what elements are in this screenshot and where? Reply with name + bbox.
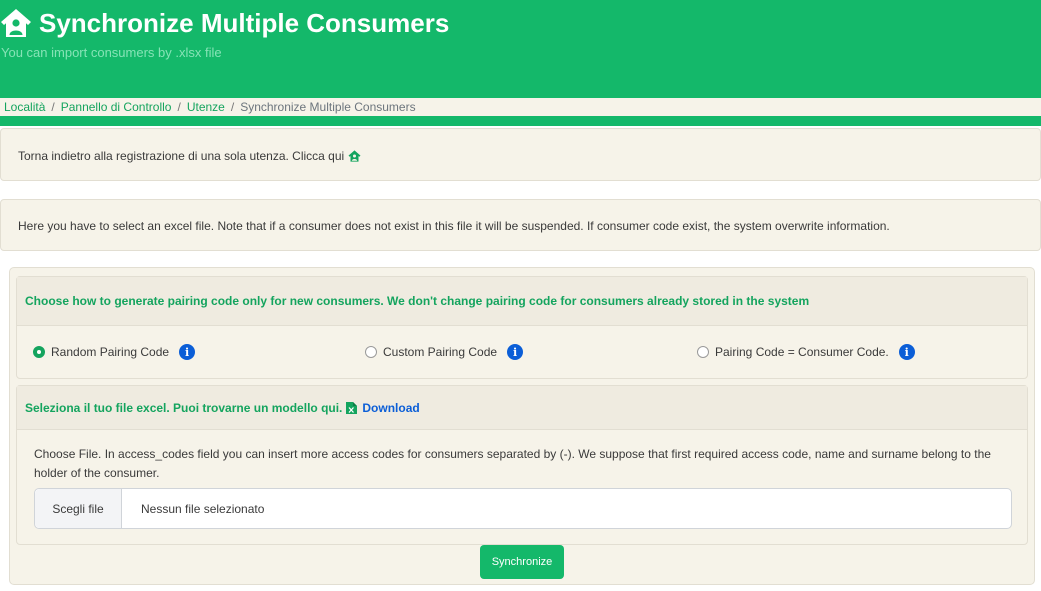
choose-file-button[interactable]: Scegli file bbox=[35, 489, 122, 528]
house-user-icon[interactable] bbox=[348, 150, 361, 162]
radio-random[interactable] bbox=[33, 346, 45, 358]
radio-consumer-code[interactable] bbox=[697, 346, 709, 358]
info-icon[interactable]: i bbox=[179, 344, 196, 360]
download-template-link[interactable]: Download bbox=[362, 401, 419, 415]
file-upload-description: Choose File. In access_codes field you c… bbox=[34, 447, 991, 480]
breadcrumb-item-utenze[interactable]: Utenze bbox=[187, 100, 225, 114]
page-header: Synchronize Multiple Consumers You can i… bbox=[0, 0, 1041, 98]
breadcrumb-separator: / bbox=[230, 100, 235, 114]
house-user-icon bbox=[0, 8, 32, 38]
breadcrumb-separator: / bbox=[51, 100, 55, 114]
file-upload-card: Seleziona il tuo file excel. Puoi trovar… bbox=[16, 385, 1028, 545]
file-input[interactable]: Scegli file Nessun file selezionato bbox=[34, 488, 1012, 529]
pairing-code-card: Choose how to generate pairing code only… bbox=[16, 276, 1028, 379]
radio-custom-label[interactable]: Custom Pairing Code bbox=[383, 345, 497, 359]
back-notice-panel: Torna indietro alla registrazione di una… bbox=[0, 128, 1041, 181]
back-notice-text: Torna indietro alla registrazione di una… bbox=[18, 149, 345, 163]
info-icon[interactable]: i bbox=[507, 344, 524, 360]
file-status-text: Nessun file selezionato bbox=[141, 501, 265, 516]
breadcrumb-item-pannello[interactable]: Pannello di Controllo bbox=[61, 100, 172, 114]
breadcrumb: Località / Pannello di Controllo / Utenz… bbox=[0, 98, 1041, 116]
file-upload-heading-text: Seleziona il tuo file excel. Puoi trovar… bbox=[25, 400, 343, 415]
breadcrumb-item-current: Synchronize Multiple Consumers bbox=[240, 100, 416, 114]
excel-file-icon bbox=[346, 401, 358, 414]
radio-custom[interactable] bbox=[365, 346, 377, 358]
radio-consumer-code-label[interactable]: Pairing Code = Consumer Code. bbox=[715, 345, 889, 359]
page-title: Synchronize Multiple Consumers bbox=[0, 6, 449, 40]
info-icon[interactable]: i bbox=[898, 344, 915, 360]
info-notice-text: Here you have to select an excel file. N… bbox=[18, 219, 890, 233]
page-subtitle: You can import consumers by .xlsx file bbox=[1, 45, 222, 60]
radio-option-consumer-code[interactable]: Pairing Code = Consumer Code. i bbox=[697, 344, 915, 360]
radio-option-custom[interactable]: Custom Pairing Code i bbox=[365, 344, 524, 360]
radio-random-label[interactable]: Random Pairing Code bbox=[51, 345, 169, 359]
radio-option-random[interactable]: Random Pairing Code i bbox=[33, 344, 196, 360]
page-title-text: Synchronize Multiple Consumers bbox=[39, 7, 450, 38]
breadcrumb-item-localita[interactable]: Località bbox=[4, 100, 45, 114]
info-notice-panel: Here you have to select an excel file. N… bbox=[0, 199, 1041, 251]
file-upload-heading: Seleziona il tuo file excel. Puoi trovar… bbox=[17, 386, 1027, 430]
pairing-code-heading: Choose how to generate pairing code only… bbox=[17, 277, 1027, 326]
breadcrumb-separator: / bbox=[177, 100, 181, 114]
header-strip bbox=[0, 116, 1041, 126]
synchronize-button[interactable]: Synchronize bbox=[480, 545, 564, 579]
